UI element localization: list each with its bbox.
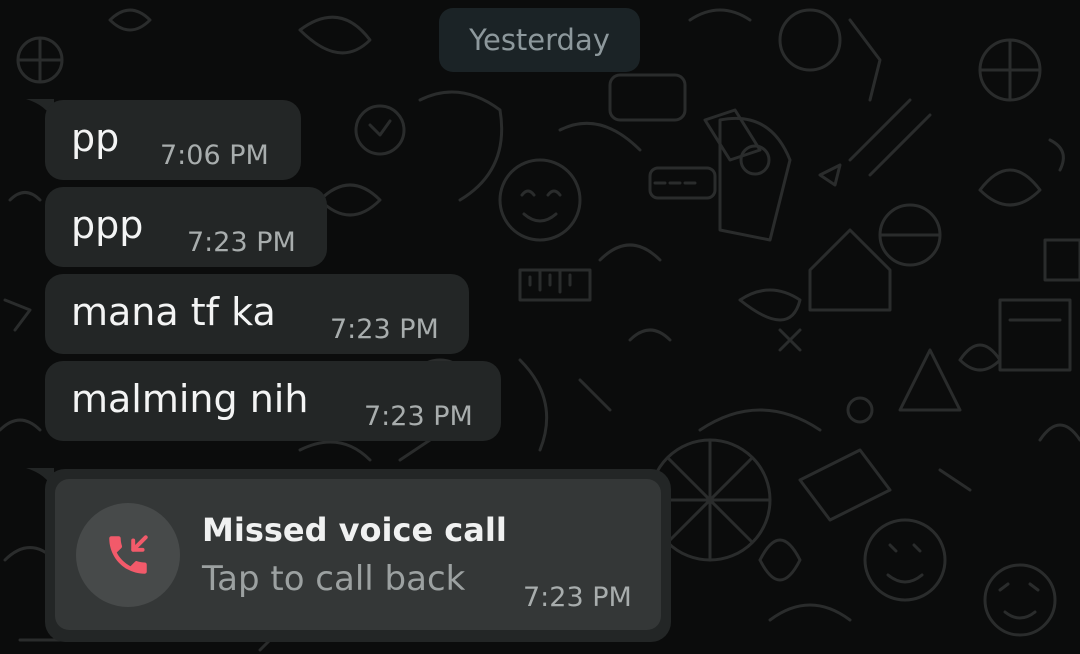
message-text: ppp [71, 203, 144, 247]
message-text: mana tf ka [71, 290, 276, 334]
missed-call-icon [109, 535, 148, 574]
message-time: 7:23 PM [364, 401, 473, 432]
missed-call-bubble[interactable]: Missed voice call Tap to call back 7:23 … [45, 469, 671, 642]
message-text: malming nih [71, 377, 309, 421]
message-time: 7:23 PM [330, 314, 439, 345]
missed-call-title: Missed voice call [202, 511, 507, 549]
missed-call-icon-circle [76, 503, 180, 607]
missed-call-card[interactable]: Missed voice call Tap to call back 7:23 … [55, 479, 661, 630]
message-time: 7:23 PM [187, 227, 296, 258]
message-text: pp [71, 116, 120, 160]
message-time: 7:06 PM [160, 140, 269, 171]
message-bubble[interactable]: ppp 7:23 PM [45, 187, 327, 267]
tap-to-call-back-label[interactable]: Tap to call back [202, 559, 465, 599]
message-bubble[interactable]: mana tf ka 7:23 PM [45, 274, 469, 354]
message-bubble[interactable]: pp 7:06 PM [45, 100, 301, 180]
date-divider-chip: Yesterday [439, 8, 640, 72]
message-bubble[interactable]: malming nih 7:23 PM [45, 361, 501, 441]
missed-call-time: 7:23 PM [523, 582, 632, 613]
